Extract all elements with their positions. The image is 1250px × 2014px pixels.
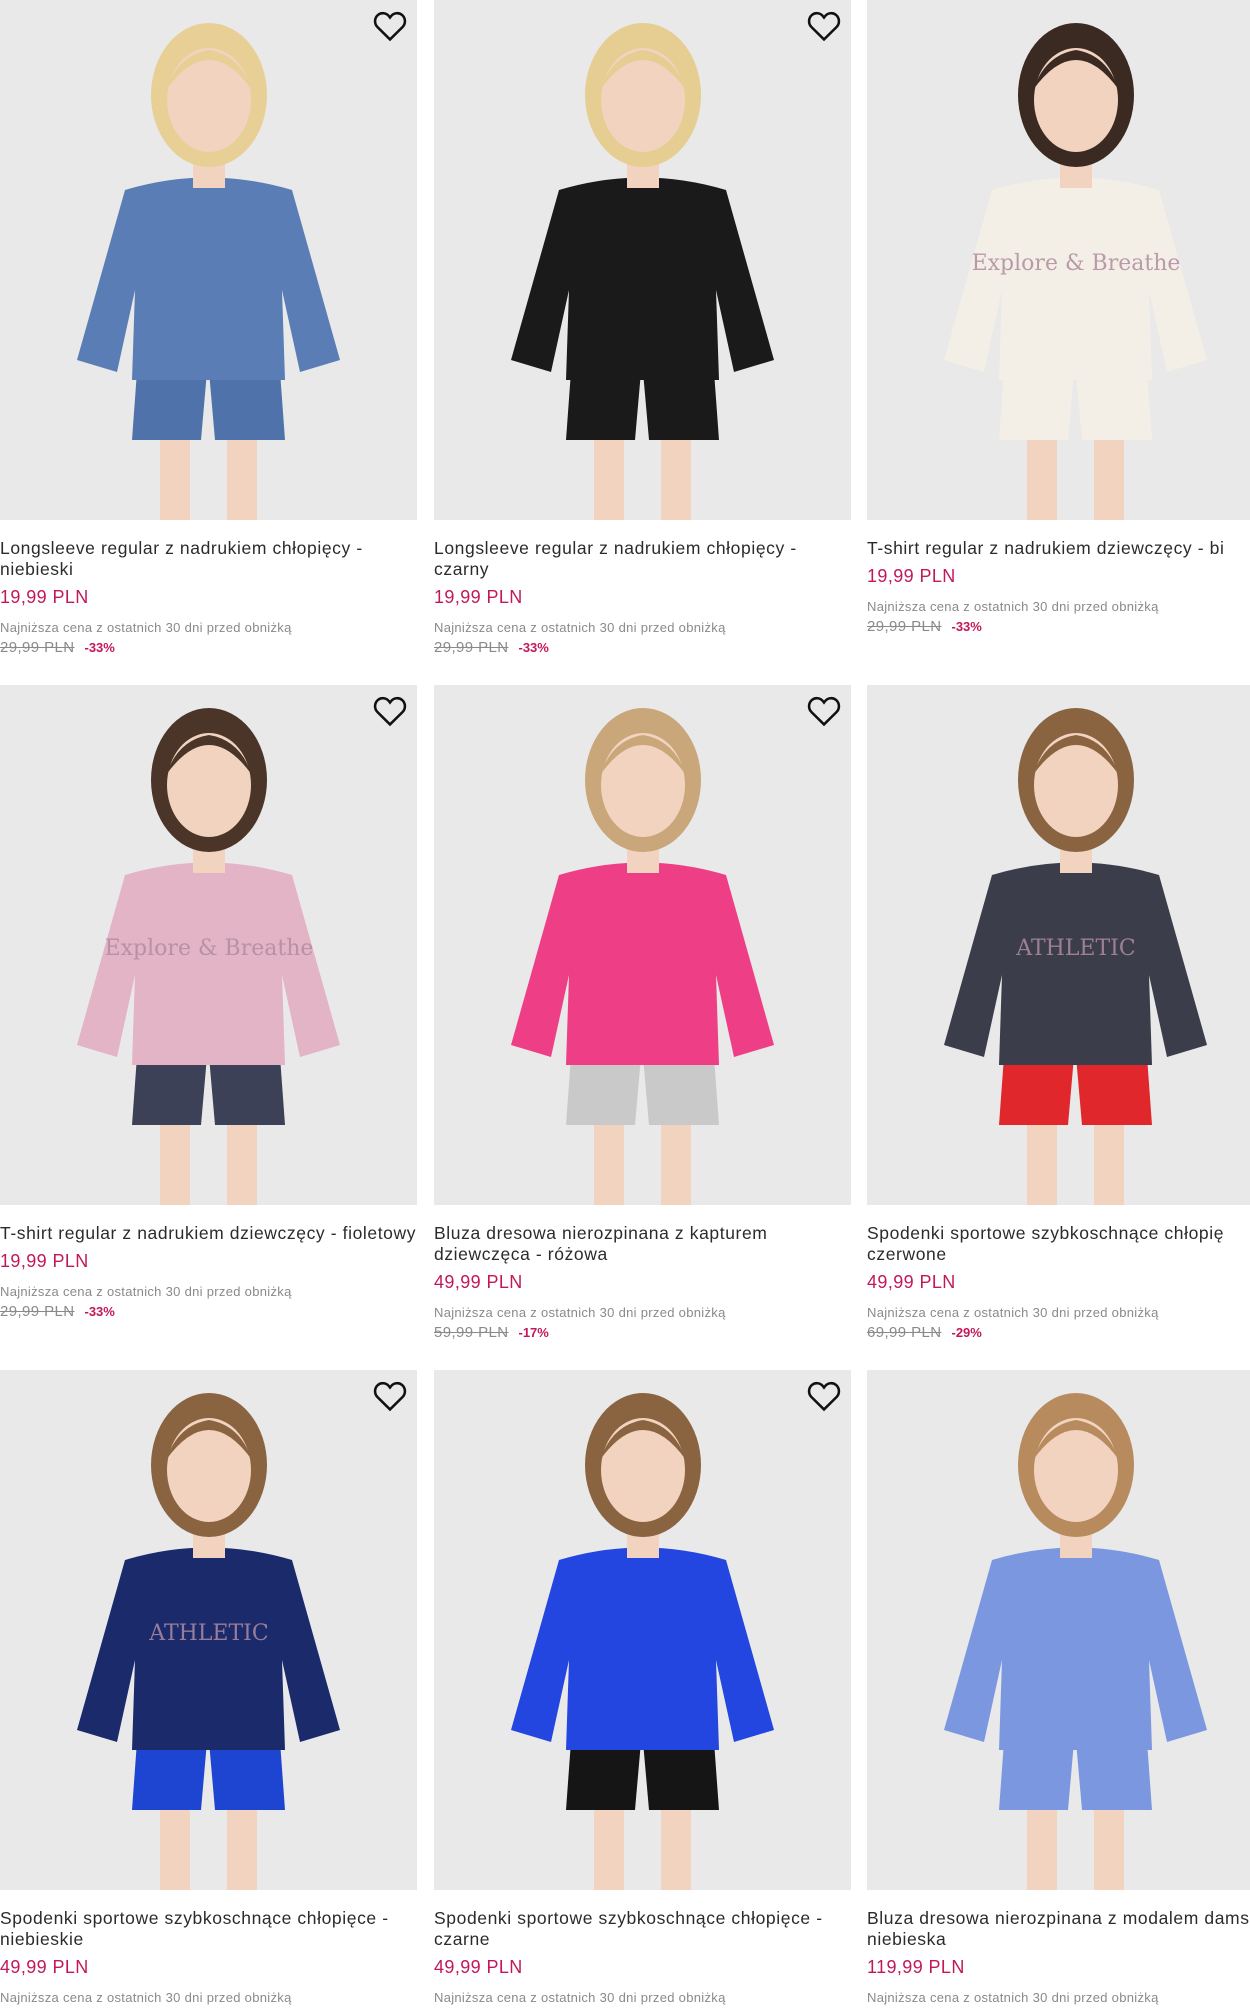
old-price: 69,99 PLN [867,1324,942,1341]
product-card[interactable]: Explore & Breathe T-shirt regular z nadr… [0,685,417,1320]
lowest-price-label: Najniższa cena z ostatnich 30 dni przed … [867,599,1159,614]
wishlist-heart-icon[interactable] [807,695,841,727]
old-price-row: 29,99 PLN -33% [434,639,851,656]
lowest-price-label: Najniższa cena z ostatnich 30 dni przed … [867,1990,1159,2005]
lowest-price-label: Najniższa cena z ostatnich 30 dni przed … [0,1990,292,2005]
product-photo [511,23,774,520]
product-image[interactable] [434,685,851,1205]
wishlist-heart-icon[interactable] [373,1380,407,1412]
wishlist-heart-icon[interactable] [373,695,407,727]
product-image[interactable]: Explore & Breathe [0,685,417,1205]
product-price: 19,99 PLN [0,587,89,607]
product-title[interactable]: Longsleeve regular z nadrukiem chłopięcy… [0,538,417,580]
product-title[interactable]: Bluza dresowa nierozpinana z modalem dam… [867,1908,1250,1950]
old-price-row: 29,99 PLN -33% [0,1303,417,1320]
discount-badge: -17% [518,1325,549,1340]
discount-badge: -33% [84,1304,115,1319]
product-title[interactable]: T-shirt regular z nadrukiem dziewczęcy -… [867,538,1250,559]
product-title[interactable]: Spodenki sportowe szybkoschnące chłopięc… [434,1908,851,1950]
product-photo [511,708,774,1205]
product-title[interactable]: Bluza dresowa nierozpinana z kapturem dz… [434,1223,851,1265]
product-price: 49,99 PLN [0,1957,89,1977]
product-image[interactable] [434,0,851,520]
old-price-row: 69,99 PLN -29% [867,1324,1250,1341]
old-price: 29,99 PLN [434,639,509,656]
wishlist-heart-icon[interactable] [807,1380,841,1412]
product-image[interactable]: ATHLETIC [867,685,1250,1205]
product-card[interactable]: Longsleeve regular z nadrukiem chłopięcy… [434,0,851,656]
product-image[interactable] [0,0,417,520]
old-price: 29,99 PLN [0,1303,75,1320]
discount-badge: -33% [518,640,549,655]
garment-print: ATHLETIC [148,1621,268,1646]
lowest-price-label: Najniższa cena z ostatnich 30 dni przed … [434,1305,726,1320]
product-price: 119,99 PLN [867,1957,965,1977]
old-price-row: 29,99 PLN -33% [0,639,417,656]
wishlist-heart-icon[interactable] [373,10,407,42]
product-title[interactable]: Longsleeve regular z nadrukiem chłopięcy… [434,538,851,580]
product-photo: Explore & Breathe [944,23,1207,520]
product-price: 19,99 PLN [0,1251,89,1271]
product-card[interactable]: ATHLETIC Spodenki sportowe szybkoschnące… [0,1370,417,2005]
discount-badge: -33% [951,619,982,634]
old-price-row: 29,99 PLN -33% [867,618,1250,635]
product-price: 49,99 PLN [434,1957,523,1977]
product-image[interactable]: Explore & Breathe [867,0,1250,520]
product-title[interactable]: T-shirt regular z nadrukiem dziewczęcy -… [0,1223,417,1244]
product-title[interactable]: Spodenki sportowe szybkoschnące chłopięc… [0,1908,417,1950]
discount-badge: -33% [84,640,115,655]
product-price: 19,99 PLN [867,566,956,586]
discount-badge: -29% [951,1325,982,1340]
garment-print: ATHLETIC [1015,936,1135,961]
product-photo: Explore & Breathe [77,708,340,1205]
product-photo [77,23,340,520]
product-photo [511,1393,774,1890]
product-card[interactable]: ATHLETIC Spodenki sportowe szybkoschnące… [867,685,1250,1341]
product-title[interactable]: Spodenki sportowe szybkoschnące chłopię … [867,1223,1250,1265]
product-image[interactable]: ATHLETIC [0,1370,417,1890]
wishlist-heart-icon[interactable] [807,10,841,42]
old-price: 29,99 PLN [0,639,75,656]
lowest-price-label: Najniższa cena z ostatnich 30 dni przed … [0,620,292,635]
product-photo: ATHLETIC [77,1393,340,1890]
old-price-row: 59,99 PLN -17% [434,1324,851,1341]
old-price: 59,99 PLN [434,1324,509,1341]
product-image[interactable] [867,1370,1250,1890]
lowest-price-label: Najniższa cena z ostatnich 30 dni przed … [434,1990,726,2005]
product-price: 49,99 PLN [867,1272,956,1292]
old-price: 29,99 PLN [867,618,942,635]
lowest-price-label: Najniższa cena z ostatnich 30 dni przed … [0,1284,292,1299]
garment-print: Explore & Breathe [105,936,314,961]
product-price: 49,99 PLN [434,1272,523,1292]
lowest-price-label: Najniższa cena z ostatnich 30 dni przed … [867,1305,1159,1320]
product-card[interactable]: Bluza dresowa nierozpinana z kapturem dz… [434,685,851,1341]
product-card[interactable]: Explore & Breathe T-shirt regular z nadr… [867,0,1250,635]
garment-print: Explore & Breathe [972,251,1181,276]
product-card[interactable]: Spodenki sportowe szybkoschnące chłopięc… [434,1370,851,2005]
product-card[interactable]: Bluza dresowa nierozpinana z modalem dam… [867,1370,1250,2005]
lowest-price-label: Najniższa cena z ostatnich 30 dni przed … [434,620,726,635]
product-card[interactable]: Longsleeve regular z nadrukiem chłopięcy… [0,0,417,656]
product-photo [944,1393,1207,1890]
product-photo: ATHLETIC [944,708,1207,1205]
product-image[interactable] [434,1370,851,1890]
product-price: 19,99 PLN [434,587,523,607]
